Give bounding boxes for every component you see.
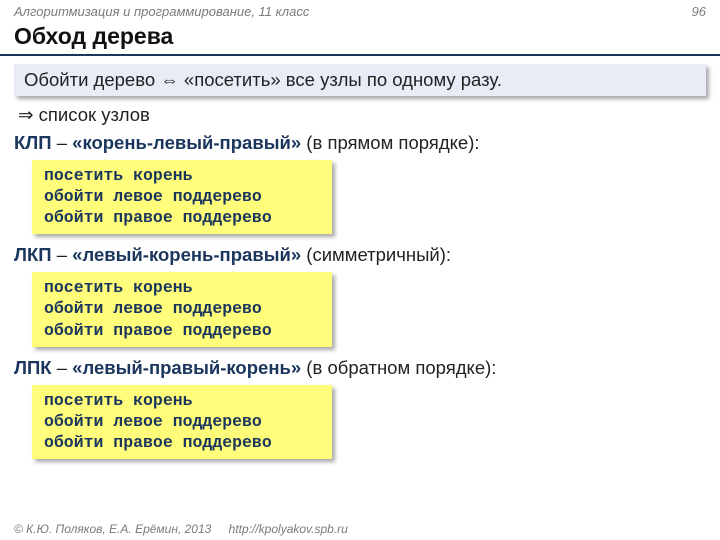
desc: «левый-правый-корень» bbox=[72, 357, 301, 378]
code-line: посетить корень bbox=[44, 277, 320, 298]
note: (в обратном порядке): bbox=[301, 357, 496, 378]
definition-highlight: Обойти дерево ⇔ «посетить» все узлы по о… bbox=[14, 64, 706, 96]
code-line: обойти левое поддерево bbox=[44, 411, 320, 432]
slide-title: Обход дерева bbox=[0, 21, 720, 56]
abbr: ЛКП bbox=[14, 244, 52, 265]
desc: «корень-левый-правый» bbox=[72, 132, 301, 153]
desc: «левый-корень-правый» bbox=[72, 244, 301, 265]
slide-content: Обойти дерево ⇔ «посетить» все узлы по о… bbox=[0, 64, 720, 467]
code-line: обойти левое поддерево bbox=[44, 186, 320, 207]
page-number: 96 bbox=[692, 4, 706, 19]
course-name: Алгоритмизация и программирование, 11 кл… bbox=[14, 4, 309, 19]
arrow-line: ⇒ список узлов bbox=[14, 104, 706, 126]
code-box-klp: посетить корень обойти левое поддерево о… bbox=[32, 160, 332, 234]
footer-url: http://kpolyakov.spb.ru bbox=[229, 522, 348, 536]
abbr: ЛПК bbox=[14, 357, 52, 378]
abbr: КЛП bbox=[14, 132, 52, 153]
code-line: обойти правое поддерево bbox=[44, 432, 320, 453]
note: (в прямом порядке): bbox=[301, 132, 479, 153]
code-line: обойти левое поддерево bbox=[44, 298, 320, 319]
slide-header: Алгоритмизация и программирование, 11 кл… bbox=[0, 0, 720, 21]
dash: – bbox=[52, 132, 73, 153]
code-line: посетить корень bbox=[44, 165, 320, 186]
note: (симметричный): bbox=[301, 244, 451, 265]
slide-footer: © К.Ю. Поляков, Е.А. Ерёмин, 2013 http:/… bbox=[14, 522, 348, 536]
dash: – bbox=[52, 244, 73, 265]
dash: – bbox=[52, 357, 73, 378]
code-line: обойти правое поддерево bbox=[44, 320, 320, 341]
code-box-lkp: посетить корень обойти левое поддерево о… bbox=[32, 272, 332, 346]
code-line: обойти правое поддерево bbox=[44, 207, 320, 228]
code-box-lpk: посетить корень обойти левое поддерево о… bbox=[32, 385, 332, 459]
section-head-lpk: ЛПК – «левый-правый-корень» (в обратном … bbox=[14, 357, 706, 379]
copyright: © К.Ю. Поляков, Е.А. Ерёмин, 2013 bbox=[14, 522, 211, 536]
section-head-klp: КЛП – «корень-левый-правый» (в прямом по… bbox=[14, 132, 706, 154]
code-line: посетить корень bbox=[44, 390, 320, 411]
section-head-lkp: ЛКП – «левый-корень-правый» (симметричны… bbox=[14, 244, 706, 266]
